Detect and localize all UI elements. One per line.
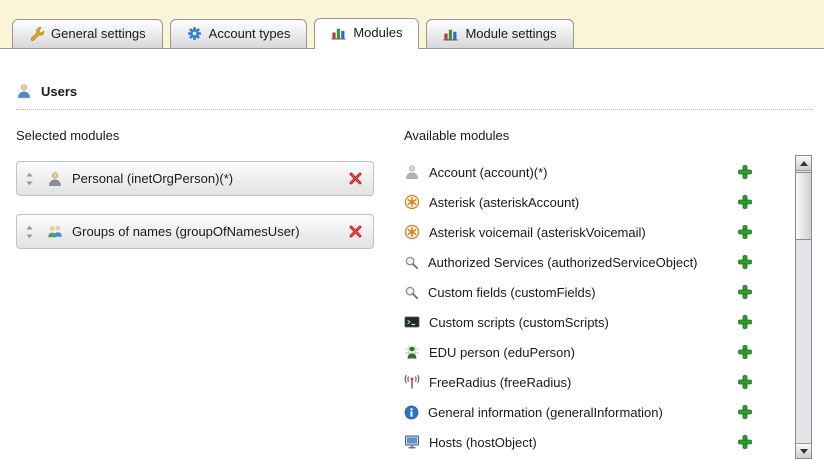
available-module-row: Asterisk (asteriskAccount): [404, 187, 795, 217]
available-module-row: Account (account)(*): [404, 157, 795, 187]
tab-label: Module settings: [465, 26, 556, 41]
available-module-label: Account (account)(*): [429, 165, 737, 180]
content-panel: Users Selected modules Personal (inetOrg…: [0, 48, 824, 473]
available-module-label: Custom scripts (customScripts): [429, 315, 737, 330]
add-module-button[interactable]: [737, 194, 753, 210]
available-module-label: EDU person (eduPerson): [429, 345, 737, 360]
tab-label: General settings: [51, 26, 146, 41]
modules-icon: [443, 26, 458, 41]
available-module-label: FreeRadius (freeRadius): [429, 375, 737, 390]
scroll-thumb[interactable]: [796, 172, 811, 240]
available-module-row: EDU person (eduPerson): [404, 337, 795, 367]
add-module-button[interactable]: [737, 434, 753, 450]
account-icon: [404, 164, 420, 180]
lam-configuration-page: General settings Account types Modules Modu…: [0, 0, 824, 473]
updown-arrow-icon[interactable]: [25, 225, 34, 239]
available-module-row: Asterisk voicemail (asteriskVoicemail): [404, 217, 795, 247]
tab-general-settings[interactable]: General settings: [12, 19, 163, 48]
remove-module-button[interactable]: [348, 224, 363, 239]
available-modules-wrap: Account (account)(*) Asterisk (asteriskAc…: [404, 161, 812, 459]
add-icon: [737, 344, 753, 360]
available-module-row: Custom scripts (customScripts): [404, 307, 795, 337]
selected-module-label: Groups of names (groupOfNamesUser): [72, 224, 348, 239]
add-module-button[interactable]: [737, 254, 753, 270]
scroll-down-button[interactable]: [796, 443, 811, 458]
add-module-button[interactable]: [737, 374, 753, 390]
add-icon: [737, 284, 753, 300]
scroll-up-button[interactable]: [796, 156, 811, 171]
edu-person-icon: [404, 344, 420, 360]
available-module-row: General information (generalInformation): [404, 397, 795, 427]
person-icon: [47, 171, 63, 187]
add-icon: [737, 404, 753, 420]
add-icon: [737, 224, 753, 240]
available-modules-scrollbar[interactable]: [795, 155, 812, 459]
tab-modules[interactable]: Modules: [314, 18, 419, 49]
available-module-label: Custom fields (customFields): [428, 285, 737, 300]
add-icon: [737, 434, 753, 450]
add-icon: [737, 314, 753, 330]
available-module-row: Hosts (hostObject): [404, 427, 795, 457]
selected-module-row: Groups of names (groupOfNamesUser): [16, 214, 374, 249]
add-icon: [737, 374, 753, 390]
available-module-row: Authorized Services (authorizedServiceOb…: [404, 247, 795, 277]
gear-icon: [187, 26, 202, 41]
tab-label: Account types: [209, 26, 291, 41]
selected-modules-list: Personal (inetOrgPerson)(*) Groups of nam…: [16, 161, 374, 249]
add-module-button[interactable]: [737, 284, 753, 300]
tab-account-types[interactable]: Account types: [170, 19, 308, 48]
section-header: Users: [16, 83, 812, 110]
group-icon: [47, 224, 63, 240]
add-module-button[interactable]: [737, 344, 753, 360]
remove-module-button[interactable]: [348, 171, 363, 186]
script-icon: [404, 314, 420, 330]
available-module-row: Custom fields (customFields): [404, 277, 795, 307]
add-icon: [737, 254, 753, 270]
available-modules-column: Available modules Account (account)(*) As…: [404, 128, 812, 459]
asterisk-icon: [404, 224, 420, 240]
available-modules-header: Available modules: [404, 128, 812, 143]
available-module-label: Asterisk voicemail (asteriskVoicemail): [429, 225, 737, 240]
tab-label: Modules: [353, 25, 402, 40]
scroll-track[interactable]: [796, 171, 811, 443]
wrench-icon: [29, 26, 44, 41]
updown-arrow-icon[interactable]: [25, 172, 34, 186]
delete-icon: [348, 171, 363, 186]
selected-modules-header: Selected modules: [16, 128, 374, 143]
scroll-up-icon: [800, 161, 808, 166]
scroll-down-icon: [800, 449, 808, 454]
magnifier-icon: [404, 285, 419, 300]
available-module-label: Asterisk (asteriskAccount): [429, 195, 737, 210]
tab-module-settings[interactable]: Module settings: [426, 19, 573, 48]
tab-bar: General settings Account types Modules Modu…: [0, 0, 824, 48]
add-module-button[interactable]: [737, 224, 753, 240]
add-icon: [737, 164, 753, 180]
section-title: Users: [41, 84, 77, 99]
available-module-label: Hosts (hostObject): [429, 435, 737, 450]
modules-columns: Selected modules Personal (inetOrgPerson…: [16, 128, 812, 459]
delete-icon: [348, 224, 363, 239]
info-icon: [404, 405, 419, 420]
available-module-label: Authorized Services (authorizedServiceOb…: [428, 255, 737, 270]
add-module-button[interactable]: [737, 164, 753, 180]
available-module-label: General information (generalInformation): [428, 405, 737, 420]
users-icon: [16, 83, 32, 99]
selected-module-row: Personal (inetOrgPerson)(*): [16, 161, 374, 196]
add-module-button[interactable]: [737, 314, 753, 330]
available-module-row: FreeRadius (freeRadius): [404, 367, 795, 397]
host-icon: [404, 434, 420, 450]
selected-modules-column: Selected modules Personal (inetOrgPerson…: [16, 128, 374, 459]
modules-icon: [331, 25, 346, 40]
magnifier-icon: [404, 255, 419, 270]
add-icon: [737, 194, 753, 210]
available-modules-list: Account (account)(*) Asterisk (asteriskAc…: [404, 157, 795, 457]
asterisk-icon: [404, 194, 420, 210]
selected-module-label: Personal (inetOrgPerson)(*): [72, 171, 348, 186]
add-module-button[interactable]: [737, 404, 753, 420]
radius-icon: [404, 374, 420, 390]
